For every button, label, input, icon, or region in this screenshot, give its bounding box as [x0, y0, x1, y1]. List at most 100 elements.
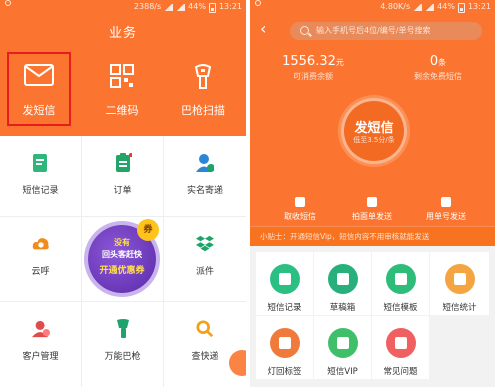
- barcode-scan-label: 巴枪扫描: [181, 104, 225, 117]
- balance-panel: 1556.32元 可消费余额: [268, 54, 358, 82]
- battery-icon: [208, 3, 216, 13]
- scan-gun-icon: [116, 319, 129, 338]
- sms-tools-grid: 短信记录 草稿箱 短信模板 短信统计 灯回标签 短信VIP 常见问题: [250, 252, 495, 387]
- business-header: 业务 发短信 二维码 巴枪扫描: [0, 14, 246, 136]
- draft-icon: [327, 264, 358, 294]
- grid-label: 万能巴枪: [104, 352, 141, 362]
- free-sms-amount: 0: [429, 54, 439, 69]
- signal-icon: [413, 3, 423, 11]
- battery-level: 44%: [437, 2, 455, 11]
- send-sms-button[interactable]: 发短信: [7, 52, 71, 126]
- grid-label: 派件: [195, 267, 214, 277]
- tile-sms-vip[interactable]: 短信VIP: [314, 316, 371, 379]
- tile-statistics[interactable]: 短信统计: [430, 252, 489, 315]
- customer-icon: [31, 320, 50, 338]
- free-sms-unit: 条: [438, 58, 447, 67]
- signal-icon: [164, 3, 174, 11]
- sms-header: ‹ 输入手机号后4位/编号/单号搜索 1556.32元 可消费余额 0条 剩余免…: [250, 14, 495, 246]
- quick-action-label: 取收短信: [284, 212, 316, 221]
- battery-icon: [457, 3, 465, 13]
- tile-label: 灯回标签: [267, 367, 302, 377]
- quick-action-photo[interactable]: 拍面单发送: [342, 197, 402, 222]
- back-arrow-icon[interactable]: ‹: [260, 21, 266, 37]
- grid-item-dispatch[interactable]: 派件: [164, 217, 246, 301]
- signal-icon: [425, 3, 435, 11]
- grid-label: 实名寄递: [186, 186, 223, 196]
- signal-icon: [176, 3, 186, 11]
- sms-record-icon: [269, 264, 300, 294]
- grid-item-cloud-call[interactable]: 云呼: [0, 217, 81, 301]
- edit-icon: [441, 197, 451, 207]
- sms-record-icon: [32, 154, 47, 172]
- quick-action-by-number[interactable]: 用单号发送: [416, 197, 476, 222]
- right-screen: 4.80K/s 44% 13:21 ‹ 输入手机号后4位/编号/单号搜索 155…: [250, 0, 495, 387]
- free-sms-label: 剩余免费短信: [414, 72, 462, 81]
- quick-action-label: 用单号发送: [426, 212, 466, 221]
- coupon-promo-banner[interactable]: 没有 回头客赶快 开通优惠券 券: [82, 217, 163, 301]
- grid-item-customer[interactable]: 客户管理: [0, 302, 81, 387]
- grid-item-sms-record[interactable]: 短信记录: [0, 136, 81, 216]
- status-bar: 4.80K/s 44% 13:21: [250, 0, 495, 14]
- free-sms-panel: 0条 剩余免费短信: [398, 54, 478, 82]
- clock: 13:21: [218, 2, 242, 11]
- vip-icon: [327, 328, 358, 358]
- barcode-scan-button[interactable]: 巴枪扫描: [173, 54, 233, 124]
- grid-item-scan-gun[interactable]: 万能巴枪: [82, 302, 163, 387]
- quick-action-receive[interactable]: 取收短信: [270, 197, 330, 222]
- search-input[interactable]: 输入手机号后4位/编号/单号搜索: [290, 22, 482, 40]
- coupon-tag: 券: [137, 219, 159, 241]
- upload-icon: [295, 197, 305, 207]
- scanner-icon: [194, 64, 212, 89]
- balance-unit: 元: [335, 58, 344, 67]
- dropbox-icon: [196, 235, 214, 252]
- tile-label: 短信模板: [383, 303, 418, 313]
- notification-icon: [5, 0, 11, 6]
- grid-item-realname[interactable]: 实名寄递: [164, 136, 246, 216]
- balance-label: 可消费余额: [293, 72, 333, 81]
- grid-label: 客户管理: [22, 352, 59, 362]
- template-icon: [385, 264, 416, 294]
- tile-label: 短信记录: [267, 303, 302, 313]
- clock: 13:21: [467, 2, 491, 11]
- tile-sms-record[interactable]: 短信记录: [256, 252, 313, 315]
- tile-label: 短信统计: [442, 303, 477, 313]
- promo-line: 开通优惠券: [99, 266, 145, 276]
- tile-drafts[interactable]: 草稿箱: [314, 252, 371, 315]
- tile-label: 短信VIP: [327, 367, 358, 377]
- network-speed: 2388/s: [133, 2, 162, 11]
- cloud-phone-icon: [32, 238, 49, 250]
- bookmark-icon: [269, 328, 300, 358]
- camera-icon: [367, 197, 377, 207]
- network-speed: 4.80K/s: [380, 2, 411, 11]
- tile-callback-label[interactable]: 灯回标签: [256, 316, 313, 379]
- quick-action-label: 拍面单发送: [352, 212, 392, 221]
- tile-label: 常见问题: [383, 367, 418, 377]
- tile-templates[interactable]: 短信模板: [372, 252, 429, 315]
- tile-faq[interactable]: 常见问题: [372, 316, 429, 379]
- grid-item-orders[interactable]: 订单: [82, 136, 163, 216]
- user-check-icon: [196, 154, 214, 172]
- send-sms-big-button[interactable]: 发短信 低至3.5分/条: [344, 101, 404, 161]
- chart-icon: [444, 264, 475, 294]
- envelope-icon: [24, 64, 54, 86]
- send-sms-price: 低至3.5分/条: [353, 136, 395, 144]
- clipboard-icon: [115, 153, 132, 172]
- qrcode-button[interactable]: 二维码: [92, 54, 152, 124]
- page-title: 业务: [108, 26, 137, 41]
- status-bar: 2388/s 44% 13:21: [0, 0, 246, 14]
- balance-amount: 1556.32: [282, 54, 336, 69]
- grid-label: 短信记录: [22, 186, 59, 196]
- grid-label: 云呼: [31, 267, 50, 277]
- search-icon: [196, 320, 214, 338]
- business-grid: 短信记录 订单 实名寄递 云呼 没有 回头客赶快 开通优惠券 券 派件 客户管理…: [0, 136, 246, 387]
- promo-line: 回头客赶快: [102, 250, 142, 259]
- battery-level: 44%: [188, 2, 206, 11]
- tip-banner[interactable]: 小贴士：开通短信Vip，短信内容不用审核就能发送: [250, 226, 495, 246]
- grid-item-track[interactable]: 查快递: [164, 302, 246, 387]
- send-sms-label: 发短信: [22, 104, 56, 117]
- search-icon: [300, 26, 309, 35]
- question-icon: [385, 328, 416, 358]
- send-sms-title: 发短信: [354, 121, 394, 136]
- search-placeholder: 输入手机号后4位/编号/单号搜索: [316, 26, 431, 35]
- qrcode-label: 二维码: [105, 104, 139, 117]
